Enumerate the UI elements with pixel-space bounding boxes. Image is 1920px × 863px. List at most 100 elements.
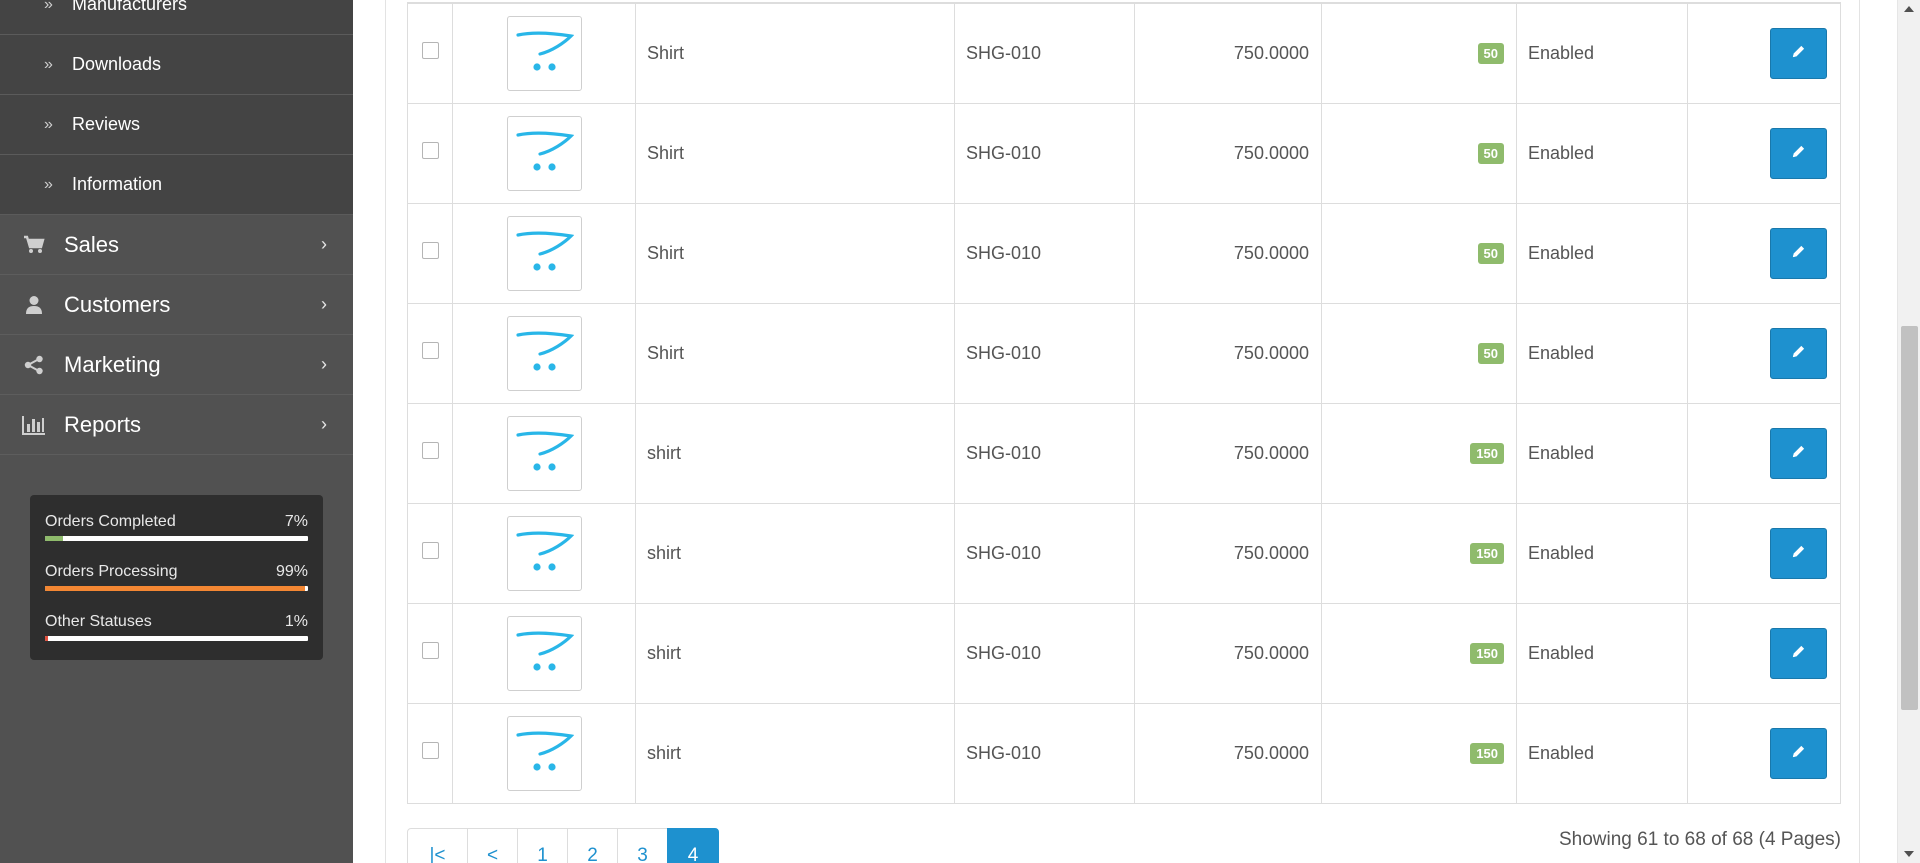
scroll-down-arrow-icon[interactable] xyxy=(1898,845,1920,863)
row-checkbox[interactable] xyxy=(421,742,439,759)
quantity-cell: 150 xyxy=(1321,702,1517,804)
product-model: SHG-010 xyxy=(954,2,1135,104)
action-cell xyxy=(1687,2,1841,104)
page-link[interactable]: < xyxy=(467,828,518,863)
product-price: 750.0000 xyxy=(1134,702,1322,804)
product-thumbnail xyxy=(506,515,582,591)
user-icon xyxy=(22,293,46,317)
opencart-logo-icon xyxy=(514,126,575,181)
row-checkbox[interactable] xyxy=(421,242,439,259)
edit-button[interactable] xyxy=(1770,27,1827,79)
opencart-logo-icon xyxy=(514,326,575,381)
sidebar-subitem-label: Information xyxy=(72,174,163,194)
image-cell xyxy=(452,402,636,504)
sidebar-item-sales[interactable]: Sales › xyxy=(0,215,353,275)
row-checkbox[interactable] xyxy=(421,442,439,459)
quantity-cell: 150 xyxy=(1321,402,1517,504)
edit-button[interactable] xyxy=(1770,327,1827,379)
edit-button[interactable] xyxy=(1770,627,1827,679)
product-table: Shirt SHG-010 750.0000 50 Enabled Shirt SHG-01… xyxy=(407,2,1841,804)
product-model: SHG-010 xyxy=(954,702,1135,804)
quantity-badge: 50 xyxy=(1477,343,1504,364)
sidebar-subitem-label: Reviews xyxy=(72,114,141,134)
stat-percent: 7% xyxy=(284,513,308,530)
sidebar-subitem-downloads[interactable]: » Downloads xyxy=(0,35,353,95)
stat-percent: 1% xyxy=(284,613,308,630)
product-name: Shirt xyxy=(635,202,955,304)
edit-button[interactable] xyxy=(1770,727,1827,779)
action-cell xyxy=(1687,202,1841,304)
page-link[interactable]: |< xyxy=(407,828,468,863)
product-name: shirt xyxy=(635,702,955,804)
pencil-icon xyxy=(1791,543,1806,564)
image-cell xyxy=(452,702,636,804)
quantity-badge: 150 xyxy=(1470,743,1504,764)
scroll-up-arrow-icon[interactable] xyxy=(1898,0,1920,18)
opencart-logo-icon xyxy=(514,26,575,81)
progress-fill xyxy=(45,586,306,591)
stat-orders-processing: Orders Processing 99% xyxy=(45,561,308,611)
row-checkbox[interactable] xyxy=(421,142,439,159)
product-thumbnail xyxy=(506,715,582,791)
table-row: shirt SHG-010 750.0000 150 Enabled xyxy=(407,402,1841,504)
row-checkbox[interactable] xyxy=(421,42,439,60)
chevron-right-icon: › xyxy=(321,414,327,434)
product-status: Enabled xyxy=(1516,602,1688,704)
table-row: Shirt SHG-010 750.0000 50 Enabled xyxy=(407,102,1841,204)
page-link[interactable]: 4 xyxy=(667,828,719,863)
double-chevron-icon: » xyxy=(44,115,53,133)
product-status: Enabled xyxy=(1516,2,1688,104)
edit-button[interactable] xyxy=(1770,127,1827,179)
row-checkbox[interactable] xyxy=(421,642,439,659)
pencil-icon xyxy=(1791,43,1806,64)
action-cell xyxy=(1687,702,1841,804)
row-checkbox[interactable] xyxy=(421,542,439,559)
scrollbar-thumb[interactable] xyxy=(1901,326,1918,710)
page-link[interactable]: 1 xyxy=(517,828,568,863)
progress-fill xyxy=(45,636,48,641)
select-cell xyxy=(407,602,453,704)
order-status-summary: Orders Completed 7% Orders Processing 99… xyxy=(30,495,323,660)
quantity-cell: 50 xyxy=(1321,302,1517,404)
product-name: shirt xyxy=(635,502,955,604)
product-price: 750.0000 xyxy=(1134,102,1322,204)
pencil-icon xyxy=(1791,743,1806,764)
opencart-logo-icon xyxy=(514,526,575,581)
edit-button[interactable] xyxy=(1770,527,1827,579)
product-price: 750.0000 xyxy=(1134,2,1322,104)
sidebar-subitem-label: Downloads xyxy=(72,54,162,74)
image-cell xyxy=(452,202,636,304)
double-chevron-icon: » xyxy=(44,55,53,73)
product-price: 750.0000 xyxy=(1134,502,1322,604)
quantity-cell: 150 xyxy=(1321,502,1517,604)
quantity-badge: 50 xyxy=(1477,43,1504,65)
quantity-cell: 50 xyxy=(1321,202,1517,304)
sidebar-subitem-information[interactable]: » Information xyxy=(0,155,353,215)
stat-label: Orders Completed xyxy=(45,513,176,530)
sidebar-item-reports[interactable]: Reports › xyxy=(0,395,353,455)
double-chevron-icon: » xyxy=(44,0,53,13)
progress-bar xyxy=(45,586,308,591)
sidebar-subitem-reviews[interactable]: » Reviews xyxy=(0,95,353,155)
progress-bar xyxy=(45,636,308,641)
table-row: shirt SHG-010 750.0000 150 Enabled xyxy=(407,602,1841,704)
product-price: 750.0000 xyxy=(1134,302,1322,404)
row-checkbox[interactable] xyxy=(421,342,439,359)
opencart-logo-icon xyxy=(514,426,575,481)
action-cell xyxy=(1687,302,1841,404)
sidebar-subitem-manufacturers[interactable]: » Manufacturers xyxy=(0,0,353,35)
product-thumbnail xyxy=(506,615,582,691)
page-link[interactable]: 3 xyxy=(617,828,668,863)
sidebar-item-customers[interactable]: Customers › xyxy=(0,275,353,335)
vertical-scrollbar[interactable] xyxy=(1897,0,1920,863)
edit-button[interactable] xyxy=(1770,427,1827,479)
product-status: Enabled xyxy=(1516,402,1688,504)
sidebar-item-marketing[interactable]: Marketing › xyxy=(0,335,353,395)
select-cell xyxy=(407,202,453,304)
shopping-cart-icon xyxy=(22,233,46,257)
page-link[interactable]: 2 xyxy=(567,828,618,863)
product-name: Shirt xyxy=(635,302,955,404)
edit-button[interactable] xyxy=(1770,227,1827,279)
product-name: Shirt xyxy=(635,2,955,104)
action-cell xyxy=(1687,402,1841,504)
